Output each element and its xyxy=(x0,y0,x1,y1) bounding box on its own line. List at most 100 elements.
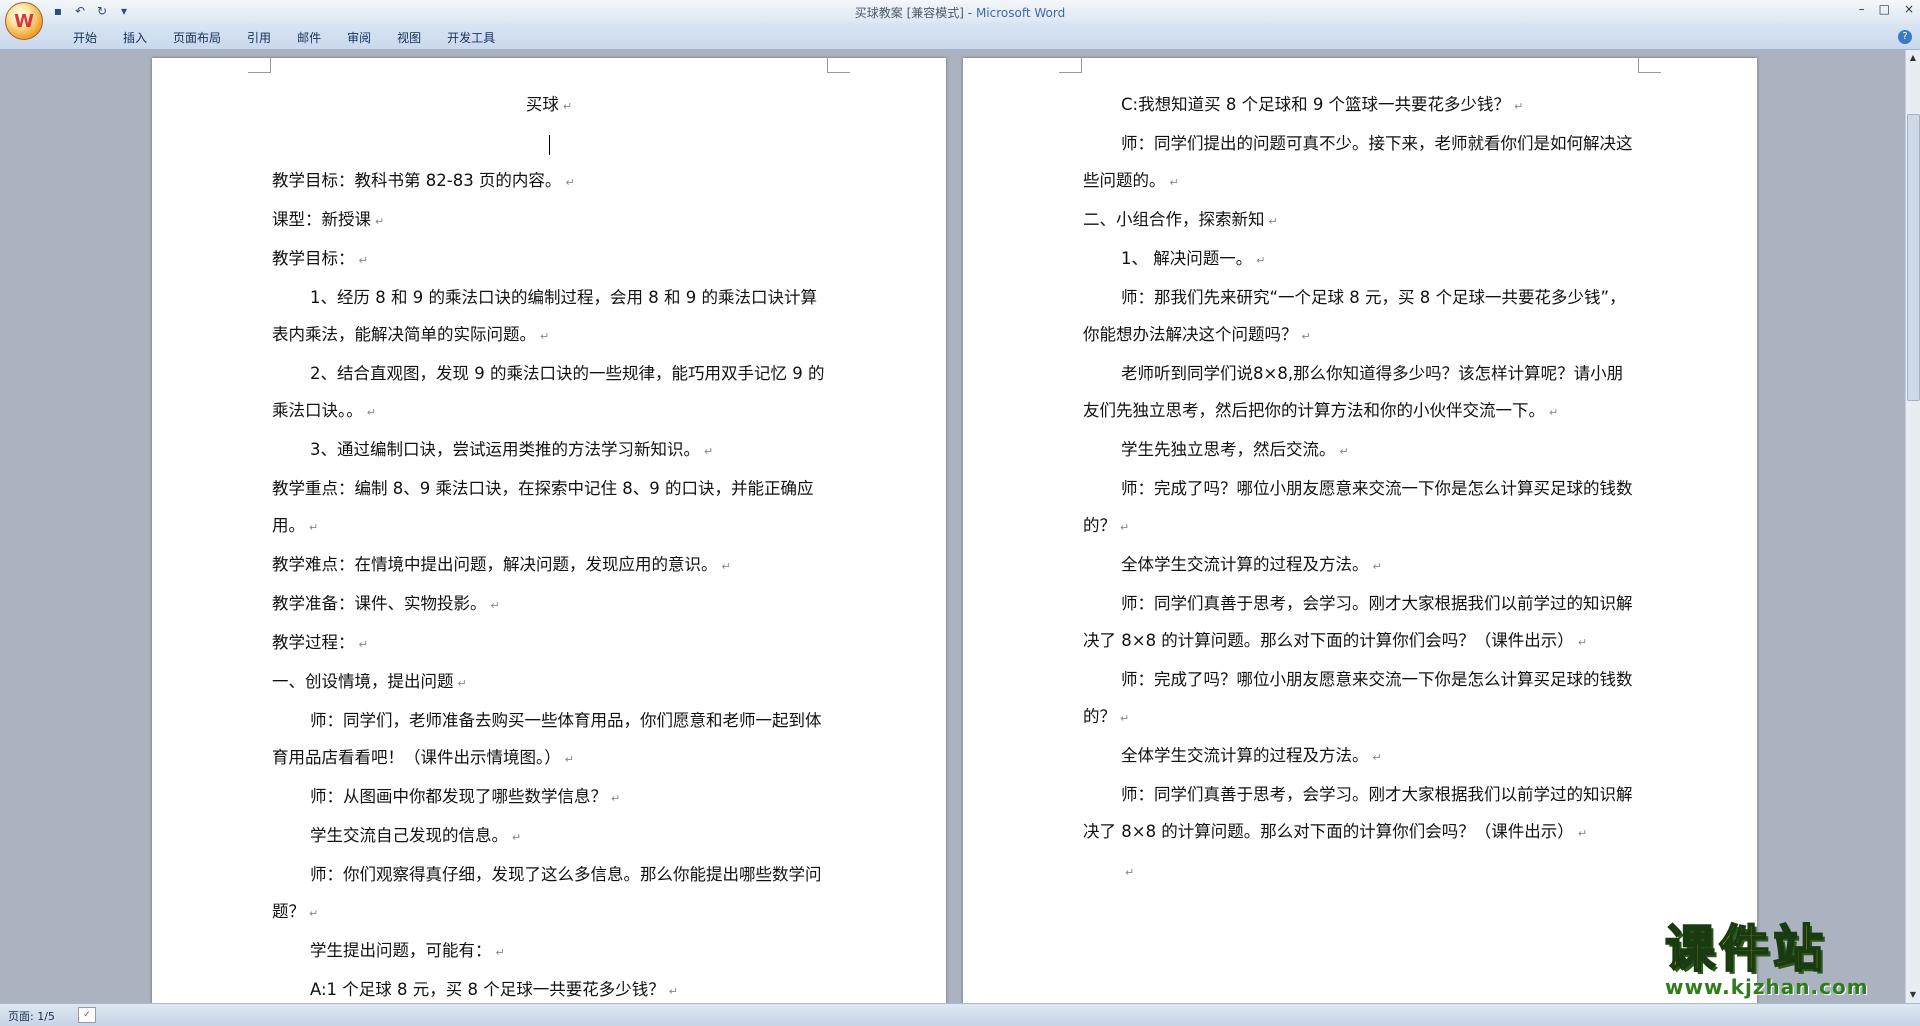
paragraph-mark: ↵ xyxy=(1339,445,1349,458)
paragraph-text: 教学难点：在情境中提出问题，解决问题，发现应用的意识。 xyxy=(272,555,718,574)
paragraph: 师：完成了吗？哪位小朋友愿意来交流一下你是怎么计算买足球的钱数的？ ↵ xyxy=(1083,470,1637,546)
crop-mark xyxy=(827,58,850,73)
paragraph-text: 买球 xyxy=(525,95,559,114)
paragraph: 教学目标：教科书第 82-83 页的内容。 ↵ xyxy=(272,162,826,201)
paragraph-text: 师：从图画中你都发现了哪些数学信息？ xyxy=(310,787,607,806)
ribbon-tabs: 开始 插入 页面布局 引用 邮件 审阅 视图 开发工具 xyxy=(0,22,1920,50)
paragraph-text: C:我想知道买 8 个足球和 9 个篮球一共要花多少钱？ xyxy=(1121,95,1511,114)
paragraph: 1、 解决问题一。 ↵ xyxy=(1083,240,1637,279)
paragraph-mark: ↵ xyxy=(611,792,621,805)
window-controls: – □ × xyxy=(1859,2,1914,16)
paragraph: 全体学生交流计算的过程及方法。 ↵ xyxy=(1083,737,1637,776)
page-count[interactable]: 页面: 1/5 xyxy=(8,1008,55,1024)
close-button[interactable]: × xyxy=(1904,2,1914,16)
tab-1[interactable]: 插入 xyxy=(110,29,160,46)
tab-3[interactable]: 引用 xyxy=(234,29,284,46)
paragraph-mark: ↵ xyxy=(358,254,368,267)
paragraph-text: 教学过程： xyxy=(272,633,355,652)
paragraph: 学生提出问题，可能有： ↵ xyxy=(272,932,826,971)
paragraph-text: 师：同学们提出的问题可真不少。接下来，老师就看你们是如何解决这些问题的。 xyxy=(1083,134,1633,190)
paragraph: 学生先独立思考，然后交流。 ↵ xyxy=(1083,431,1637,470)
crop-mark xyxy=(248,58,271,73)
paragraph-mark: ↵ xyxy=(562,100,573,113)
crop-mark xyxy=(1638,58,1661,73)
paragraph-mark: ↵ xyxy=(668,985,678,998)
paragraph-mark: ↵ xyxy=(1514,100,1524,113)
scrollbar-thumb[interactable] xyxy=(1907,114,1920,401)
paragraph-mark: ↵ xyxy=(366,406,376,419)
paragraph: 3、通过编制口诀，尝试运用类推的方法学习新知识。 ↵ xyxy=(272,431,826,470)
paragraph: 师：同学们真善于思考，会学习。刚才大家根据我们以前学过的知识解决了 8×8 的计… xyxy=(1083,585,1637,661)
paragraph: 师：完成了吗？哪位小朋友愿意来交流一下你是怎么计算买足球的钱数的？ ↵ xyxy=(1083,661,1637,737)
tab-0[interactable]: 开始 xyxy=(60,29,110,46)
paragraph: 全体学生交流计算的过程及方法。 ↵ xyxy=(1083,546,1637,585)
help-icon[interactable]: ? xyxy=(1898,30,1912,44)
maximize-button[interactable]: □ xyxy=(1879,2,1890,16)
tab-4[interactable]: 邮件 xyxy=(284,29,334,46)
watermark-text: 课件站 xyxy=(1664,920,1827,978)
paragraph: 教学准备：课件、实物投影。 ↵ xyxy=(272,585,826,624)
paragraph-mark: ↵ xyxy=(1549,406,1559,419)
paragraph-text: 师：同学们，老师准备去购买一些体育用品，你们愿意和老师一起到体育用品店看看吧！（… xyxy=(272,711,822,767)
empty-paragraph xyxy=(272,125,826,162)
ribbon-tab-list: 开始 插入 页面布局 引用 邮件 审阅 视图 开发工具 xyxy=(60,29,508,46)
paragraph: 一、创设情境，提出问题 ↵ xyxy=(272,663,826,702)
minimize-button[interactable]: – xyxy=(1859,2,1865,16)
title-separator: - xyxy=(963,6,976,20)
paragraph-text: 师：完成了吗？哪位小朋友愿意来交流一下你是怎么计算买足球的钱数的？ xyxy=(1083,479,1633,535)
paragraph-text: 学生提出问题，可能有： xyxy=(310,941,492,960)
tab-6[interactable]: 视图 xyxy=(384,29,434,46)
paragraph-mark: ↵ xyxy=(1125,866,1135,879)
paragraph-text: 师：你们观察得真仔细，发现了这么多信息。那么你能提出哪些数学问题？ xyxy=(272,865,822,921)
paragraph: 师：你们观察得真仔细，发现了这么多信息。那么你能提出哪些数学问题？ ↵ xyxy=(272,856,826,932)
paragraph-mark: ↵ xyxy=(1577,636,1588,649)
paragraph-mark: ↵ xyxy=(1372,560,1382,573)
scroll-up-icon[interactable]: ▲ xyxy=(1907,52,1919,64)
paragraph-mark: ↵ xyxy=(457,677,467,690)
paragraph-text: 学生先独立思考，然后交流。 xyxy=(1121,440,1336,459)
paragraph-text: 全体学生交流计算的过程及方法。 xyxy=(1121,746,1369,765)
tab-5[interactable]: 审阅 xyxy=(334,29,384,46)
vertical-scrollbar[interactable]: ▲ ▼ xyxy=(1905,50,1920,1003)
title-bar: ▪ ↶ ↻ ▾ 买球教案 [兼容模式] - Microsoft Word – □… xyxy=(0,0,1920,22)
paragraph-mark: ↵ xyxy=(358,638,368,651)
page-content[interactable]: C:我想知道买 8 个足球和 9 个篮球一共要花多少钱？ ↵ 师：同学们提出的问题可… xyxy=(1083,86,1637,891)
status-bar: 页面: 1/5 ✓ xyxy=(0,1003,1920,1026)
paragraph-text: 课型：新授课 xyxy=(272,210,371,229)
scroll-down-icon[interactable]: ▼ xyxy=(1907,989,1919,1001)
paragraph-text: 二、小组合作，探索新知 xyxy=(1083,210,1265,229)
paragraph-text: 教学准备：课件、实物投影。 xyxy=(272,594,487,613)
office-button[interactable]: W xyxy=(5,2,43,40)
paragraph: ↵ xyxy=(1083,852,1637,891)
paragraph-mark: ↵ xyxy=(704,445,714,458)
document-page-1: 买球 ↵ 教学目标：教科书第 82-83 页的内容。 ↵ 课型：新授课 ↵ 教学目标： ↵ 1、… xyxy=(152,58,946,1003)
tab-7[interactable]: 开发工具 xyxy=(434,29,508,46)
paragraph-mark: ↵ xyxy=(565,176,575,189)
paragraph-text: 师：同学们真善于思考，会学习。刚才大家根据我们以前学过的知识解决了 8×8 的计… xyxy=(1083,594,1633,650)
page-content[interactable]: 买球 ↵ 教学目标：教科书第 82-83 页的内容。 ↵ 课型：新授课 ↵ 教学目标： ↵ 1、… xyxy=(272,86,826,1003)
paragraph-mark: ↵ xyxy=(1256,254,1266,267)
paragraph-text: 一、创设情境，提出问题 xyxy=(272,672,454,691)
paragraph-mark: ↵ xyxy=(564,753,574,766)
paragraph: 买球 ↵ xyxy=(272,86,826,125)
paragraph-mark: ↵ xyxy=(540,330,550,343)
paragraph-mark: ↵ xyxy=(1120,521,1130,534)
spelling-icon[interactable]: ✓ xyxy=(78,1007,96,1023)
paragraph-mark: ↵ xyxy=(1301,330,1311,343)
paragraph: C:我想知道买 8 个足球和 9 个篮球一共要花多少钱？ ↵ xyxy=(1083,86,1637,125)
paragraph-text: 教学重点：编制 8、9 乘法口诀，在探索中记住 8、9 的口诀，并能正确应用。 xyxy=(272,479,814,535)
paragraph-text: 老师听到同学们说8×8,那么你知道得多少吗？该怎样计算呢？请小朋友们先独立思考，… xyxy=(1083,364,1624,420)
paragraph-mark: ↵ xyxy=(1577,827,1588,840)
paragraph-mark: ↵ xyxy=(512,831,522,844)
paragraph-text: 教学目标： xyxy=(272,249,355,268)
watermark-url: www.kjzhan.com xyxy=(1665,975,1869,999)
document-area: 买球 ↵ 教学目标：教科书第 82-83 页的内容。 ↵ 课型：新授课 ↵ 教学目标： ↵ 1、… xyxy=(0,50,1906,1003)
paragraph-text: A:1 个足球 8 元，买 8 个足球一共要花多少钱？ xyxy=(310,980,665,999)
paragraph-text: 师：完成了吗？哪位小朋友愿意来交流一下你是怎么计算买足球的钱数的？ xyxy=(1083,670,1633,726)
paragraph: 教学难点：在情境中提出问题，解决问题，发现应用的意识。 ↵ xyxy=(272,546,826,585)
paragraph-mark: ↵ xyxy=(309,521,319,534)
crop-mark xyxy=(1059,58,1082,73)
paragraph-mark: ↵ xyxy=(721,560,731,573)
tab-2[interactable]: 页面布局 xyxy=(160,29,234,46)
paragraph: 师：同学们提出的问题可真不少。接下来，老师就看你们是如何解决这些问题的。 ↵ xyxy=(1083,125,1637,201)
